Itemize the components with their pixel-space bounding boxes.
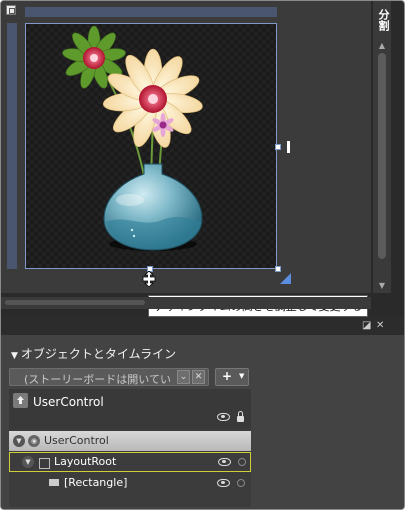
- tree-row-label: LayoutRoot: [54, 455, 117, 468]
- expand-icon[interactable]: ▼: [13, 435, 25, 447]
- designer-window: デザインタイムの高さを調整して変更する 分割 ▲ ▼ ◪ ✕ ▼オブジェクトとタ…: [0, 0, 405, 510]
- scope-up-icon[interactable]: [13, 393, 28, 408]
- object-tree: UserControl ▼ ◉ UserControl ▼ LayoutRoot…: [9, 389, 251, 507]
- close-icon[interactable]: ✕: [376, 320, 384, 331]
- panel-title-text: オブジェクトとタイムライン: [20, 347, 177, 361]
- scope-title: UserControl: [33, 395, 104, 409]
- eye-icon[interactable]: [217, 413, 230, 421]
- scrollbar-thumb[interactable]: [378, 53, 386, 259]
- objects-and-timeline-panel: ▼ オブジェクトとタイムライン (ストーリーボードは開いてい ⌄ ✕ + ▼ Us…: [1, 335, 404, 509]
- design-surface[interactable]: [1, 1, 371, 293]
- panel-title[interactable]: ▼ オブジェクトとタイムライン: [11, 345, 176, 362]
- split-view-tab[interactable]: 分割: [375, 5, 391, 35]
- tree-row-label: [Rectangle]: [64, 476, 128, 489]
- selection-handle[interactable]: [275, 144, 281, 150]
- dropdown-arrow-icon: ▼: [239, 372, 245, 380]
- left-ruler[interactable]: [7, 23, 17, 269]
- flower-vase-image: [62, 25, 203, 251]
- expand-icon[interactable]: ▼: [22, 456, 34, 468]
- tree-row-usercontrol[interactable]: ▼ ◉ UserControl: [9, 431, 251, 451]
- lock-toggle-icon[interactable]: [237, 479, 245, 487]
- lock-toggle-icon[interactable]: [238, 458, 246, 466]
- horizontal-scrollbar-thumb[interactable]: [5, 300, 145, 305]
- resize-grip-icon[interactable]: [280, 273, 291, 284]
- panel-header: ◪ ✕: [1, 317, 404, 335]
- close-storyboard-icon[interactable]: ✕: [192, 370, 205, 384]
- tree-row-rectangle[interactable]: [Rectangle]: [9, 473, 251, 493]
- scroll-up-icon[interactable]: ▲: [376, 41, 388, 51]
- tree-row-layoutroot[interactable]: ▼ LayoutRoot: [9, 452, 251, 472]
- storyboard-dropdown-icon[interactable]: ⌄: [177, 370, 190, 384]
- pin-icon[interactable]: ◪: [362, 320, 371, 331]
- grid-icon: [39, 458, 50, 469]
- lock-icon[interactable]: [237, 411, 244, 422]
- element-icon: ◉: [28, 435, 40, 447]
- vertical-resize-cursor-icon: [142, 271, 156, 287]
- selection-handle[interactable]: [275, 266, 281, 272]
- resize-handle-right[interactable]: [287, 141, 290, 153]
- artboard[interactable]: [25, 23, 277, 269]
- add-icon: +: [222, 369, 233, 383]
- top-ruler[interactable]: [25, 7, 277, 17]
- storyboard-placeholder: (ストーリーボードは開いてい: [24, 373, 171, 386]
- rectangle-icon: [49, 479, 59, 486]
- eye-icon[interactable]: [218, 458, 231, 466]
- add-storyboard-button[interactable]: + ▼: [215, 368, 249, 386]
- horizontal-scrollbar[interactable]: [1, 297, 371, 309]
- storyboard-combo[interactable]: (ストーリーボードは開いてい ⌄ ✕: [9, 368, 209, 386]
- collapse-triangle-icon[interactable]: ▼: [11, 351, 18, 361]
- view-toggle-button[interactable]: [6, 5, 16, 15]
- tree-row-label: UserControl: [44, 434, 109, 447]
- scroll-down-icon[interactable]: ▼: [376, 281, 388, 291]
- eye-icon[interactable]: [217, 479, 230, 487]
- scope-header[interactable]: UserControl: [9, 389, 251, 429]
